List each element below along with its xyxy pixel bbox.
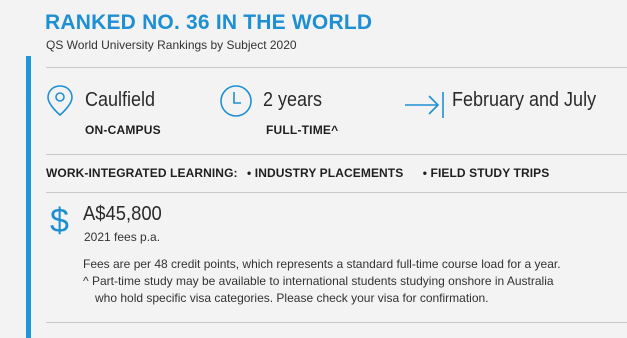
location-value: Caulfield — [85, 89, 156, 111]
fee-period: 2021 fees p.a. — [84, 230, 161, 244]
arrow-right-icon — [405, 92, 444, 118]
fee-note: Fees are per 48 credit points, which rep… — [83, 257, 561, 271]
divider — [46, 154, 627, 155]
ranking-title: RANKED NO. 36 IN THE WORLD — [45, 11, 373, 34]
wil-item: • INDUSTRY PLACEMENTS — [247, 166, 404, 180]
location-pin-icon — [47, 85, 73, 117]
dollar-icon: $ — [50, 202, 69, 240]
duration-mode: FULL-TIME^ — [266, 123, 339, 137]
accent-bar — [26, 56, 31, 338]
divider — [46, 192, 627, 193]
parttime-note-cont: who hold specific visa categories. Pleas… — [95, 291, 489, 305]
divider — [46, 67, 627, 68]
duration-value: 2 years — [263, 89, 323, 111]
wil-item: • FIELD STUDY TRIPS — [422, 166, 550, 180]
clock-icon — [220, 85, 252, 117]
intake-value: February and July — [452, 89, 597, 111]
location-mode: ON-CAMPUS — [85, 123, 161, 137]
parttime-note: ^ Part-time study may be available to in… — [83, 274, 554, 288]
course-info-card: RANKED NO. 36 IN THE WORLD QS World Univ… — [0, 0, 627, 338]
wil-label: WORK-INTEGRATED LEARNING: — [46, 166, 238, 180]
divider — [46, 322, 627, 323]
work-integrated-learning: WORK-INTEGRATED LEARNING: • INDUSTRY PLA… — [46, 166, 555, 180]
ranking-subtitle: QS World University Rankings by Subject … — [46, 38, 297, 52]
fee-notes: Fees are per 48 credit points, which rep… — [83, 256, 623, 307]
fee-amount: A$45,800 — [83, 203, 162, 225]
